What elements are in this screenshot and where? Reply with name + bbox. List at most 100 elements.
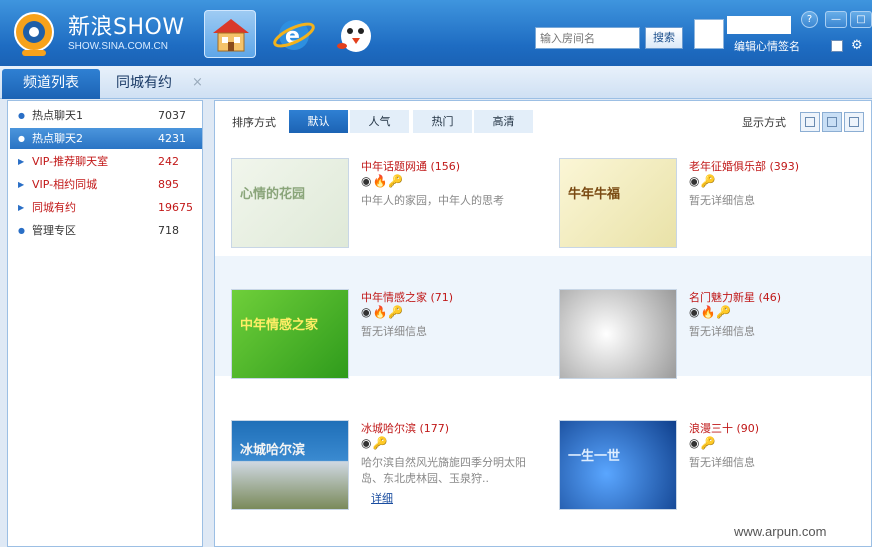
room-badge-icons: ◉🔑 xyxy=(689,174,717,188)
room-card[interactable]: 名门魅力新星 (46) ◉🔥🔑 暂无详细信息 xyxy=(559,289,869,389)
home-nav-button[interactable] xyxy=(204,10,256,58)
detail-view-icon[interactable] xyxy=(844,112,864,132)
room-name: 冰城哈尔滨 xyxy=(361,422,416,435)
thumbnail-caption: 牛年牛福 xyxy=(568,187,621,202)
bullet-icon: ● xyxy=(18,111,25,120)
sidebar-item-count: 19675 xyxy=(158,201,193,214)
minimize-button[interactable]: — xyxy=(825,11,847,28)
room-thumbnail[interactable]: 冰城哈尔滨 xyxy=(231,420,349,510)
edit-signature-link[interactable]: 编辑心情签名 xyxy=(734,38,800,54)
room-thumbnail[interactable]: 牛年牛福 xyxy=(559,158,677,248)
room-description: 暂无详细信息 xyxy=(689,456,755,469)
room-user-count: (46) xyxy=(758,291,782,304)
room-name: 中年情感之家 xyxy=(361,291,427,304)
room-badge-icons: ◉🔥🔑 xyxy=(361,305,405,319)
menu-icon[interactable] xyxy=(831,40,843,52)
display-mode-label: 显示方式 xyxy=(742,116,786,129)
thumbnail-caption: 冰城哈尔滨 xyxy=(240,443,306,458)
tab-label: 同城有约 xyxy=(116,75,172,91)
search-button[interactable]: 搜索 xyxy=(645,27,683,49)
sidebar-item[interactable]: ● 管理专区 718 xyxy=(10,220,202,241)
gear-icon[interactable]: ⚙ xyxy=(851,38,863,53)
room-title[interactable]: 老年征婚俱乐部 (393) xyxy=(689,158,799,174)
room-user-count: (393) xyxy=(769,160,800,173)
help-button[interactable]: ? xyxy=(801,11,818,28)
sidebar-item[interactable]: ▶ 同城有约 19675 xyxy=(10,197,202,218)
room-card[interactable]: 冰城哈尔滨 冰城哈尔滨 (177) ◉🔑 哈尔滨自然风光旖旎四季分明太阳岛、东北虎林园… xyxy=(231,420,541,520)
thumbnail-caption: 心情的花园 xyxy=(240,187,306,202)
sidebar-item[interactable]: ▶ VIP-推荐聊天室 242 xyxy=(10,151,202,172)
room-title[interactable]: 冰城哈尔滨 (177) xyxy=(361,420,449,436)
room-title[interactable]: 中年情感之家 (71) xyxy=(361,289,453,305)
thumbnail-caption: 一生一世 xyxy=(568,449,621,464)
room-description: 暂无详细信息 xyxy=(689,325,755,338)
room-title[interactable]: 中年话题网通 (156) xyxy=(361,158,460,174)
sidebar-item-count: 4231 xyxy=(158,132,186,145)
room-thumbnail[interactable] xyxy=(559,289,677,379)
room-detail-link[interactable]: 详细 xyxy=(371,490,393,506)
sidebar-item-count: 718 xyxy=(158,224,179,237)
sort-popular-button[interactable]: 人气 xyxy=(350,110,409,133)
channel-sidebar: ● 热点聊天1 7037 ● 热点聊天2 4231 ▶ VIP-推荐聊天室 242 ▶ VIP-相约… xyxy=(7,100,203,547)
sort-hd-button[interactable]: 高清 xyxy=(474,110,533,133)
room-badge-icons: ◉🔥🔑 xyxy=(361,174,405,188)
maximize-button[interactable]: □ xyxy=(850,11,872,28)
bullet-icon: ▶ xyxy=(18,180,25,189)
room-name: 浪漫三十 xyxy=(689,422,733,435)
room-user-count: (156) xyxy=(430,160,461,173)
close-tab-icon[interactable]: × xyxy=(192,69,203,97)
sort-default-button[interactable]: 默认 xyxy=(289,110,348,133)
room-description: 中年人的家园，中年人的思考 xyxy=(361,194,504,207)
room-description: 暂无详细信息 xyxy=(689,194,755,207)
bullet-icon: ● xyxy=(18,134,25,143)
room-name: 中年话题网通 xyxy=(361,160,427,173)
room-name: 名门魅力新星 xyxy=(689,291,755,304)
room-thumbnail[interactable]: 一生一世 xyxy=(559,420,677,510)
watermark: www.arpun.com xyxy=(734,524,827,539)
sidebar-item-label: 热点聊天1 xyxy=(32,109,83,122)
sort-label: 排序方式 xyxy=(232,116,276,129)
room-card[interactable]: 心情的花园 中年话题网通 (156) ◉🔥🔑 中年人的家园，中年人的思考 xyxy=(231,158,541,258)
sidebar-item[interactable]: ▶ VIP-相约同城 895 xyxy=(10,174,202,195)
room-user-count: (90) xyxy=(736,422,760,435)
ie-nav-button[interactable]: e xyxy=(268,10,320,58)
room-card[interactable]: 一生一世 浪漫三十 (90) ◉🔑 暂无详细信息 xyxy=(559,420,869,520)
ie-icon: e xyxy=(273,20,315,50)
tab-channel-list[interactable]: 频道列表 xyxy=(2,69,100,99)
qq-nav-button[interactable] xyxy=(330,10,382,58)
room-user-count: (71) xyxy=(430,291,454,304)
tab-same-city[interactable]: 同城有约 × xyxy=(104,69,216,99)
room-user-count: (177) xyxy=(419,422,450,435)
room-search-input[interactable] xyxy=(535,27,640,49)
top-header: 新浪SHOW SHOW.SINA.COM.CN e 搜索 编辑心情签名 ? — xyxy=(0,0,872,66)
room-badge-icons: ◉🔑 xyxy=(689,436,717,450)
sidebar-item-label: 管理专区 xyxy=(32,224,76,237)
sidebar-item-label: 同城有约 xyxy=(32,201,76,214)
sidebar-item-label: VIP-推荐聊天室 xyxy=(32,155,109,168)
sidebar-item-label: VIP-相约同城 xyxy=(32,178,98,191)
room-badge-icons: ◉🔑 xyxy=(361,436,389,450)
sort-hot-button[interactable]: 热门 xyxy=(413,110,472,133)
grid-view-icon[interactable] xyxy=(822,112,842,132)
room-list-panel: 排序方式 默认 人气 热门 高清 显示方式 心情的花园 中年话题网通 (156) ◉… xyxy=(214,100,872,547)
sidebar-item-label: 热点聊天2 xyxy=(32,132,83,145)
sidebar-item[interactable]: ● 热点聊天1 7037 xyxy=(10,105,202,126)
sidebar-item-count: 895 xyxy=(158,178,179,191)
user-avatar[interactable] xyxy=(694,19,724,49)
username-box xyxy=(727,16,791,34)
bullet-icon: ▶ xyxy=(18,203,25,212)
room-description: 暂无详细信息 xyxy=(361,325,427,338)
sidebar-item[interactable]: ● 热点聊天2 4231 xyxy=(10,128,202,149)
room-badge-icons: ◉🔥🔑 xyxy=(689,305,733,319)
room-thumbnail[interactable]: 中年情感之家 xyxy=(231,289,349,379)
room-title[interactable]: 名门魅力新星 (46) xyxy=(689,289,781,305)
list-view-icon[interactable] xyxy=(800,112,820,132)
room-thumbnail[interactable]: 心情的花园 xyxy=(231,158,349,248)
tab-bar: 频道列表 同城有约 × xyxy=(0,66,872,99)
bullet-icon: ▶ xyxy=(18,157,25,166)
room-title[interactable]: 浪漫三十 (90) xyxy=(689,420,759,436)
room-card[interactable]: 牛年牛福 老年征婚俱乐部 (393) ◉🔑 暂无详细信息 xyxy=(559,158,869,258)
qq-penguin-icon xyxy=(337,20,371,52)
room-name: 老年征婚俱乐部 xyxy=(689,160,766,173)
room-card[interactable]: 中年情感之家 中年情感之家 (71) ◉🔥🔑 暂无详细信息 xyxy=(231,289,541,389)
